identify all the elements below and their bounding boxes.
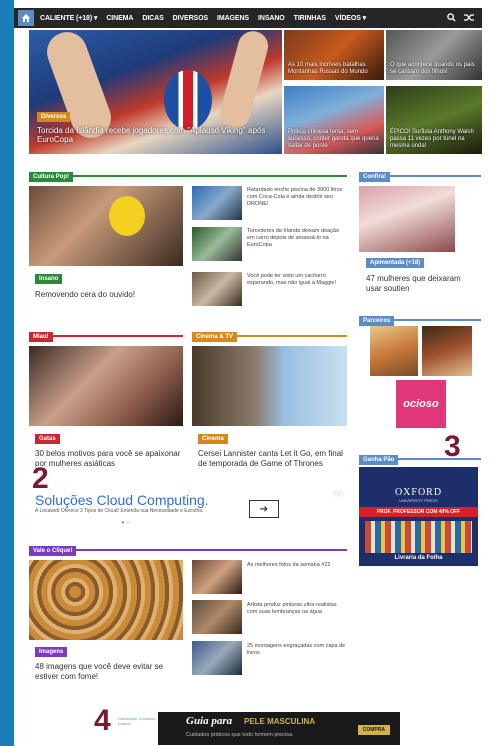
- bottom-ad-buy-button[interactable]: COMPRA: [357, 725, 390, 735]
- partner-label: ocioso: [403, 398, 439, 410]
- nav-item-caliente[interactable]: CALIENTE (+18) ▾: [40, 14, 97, 22]
- post-thumb[interactable]: [192, 272, 242, 306]
- section-header-cinema: Cinema & TV: [192, 325, 347, 342]
- post-image[interactable]: [29, 346, 183, 426]
- bottom-ad-banner[interactable]: Guia para PELE MASCULINA Cuidados prátic…: [158, 712, 400, 745]
- nav-item-insano[interactable]: INSANO: [258, 15, 285, 22]
- post-title[interactable]: 47 mulheres que deixaram usar soutien: [366, 274, 478, 294]
- ad-brand-sub: UNIVERSITY PRESS: [399, 498, 438, 503]
- featured-thumb[interactable]: O que acontece quando os pais se cansam …: [386, 30, 482, 80]
- nav-item-imagens[interactable]: IMAGENS: [217, 15, 249, 22]
- post-title[interactable]: 48 imagens que você deve evitar se estiv…: [35, 662, 185, 682]
- bottom-ad-subtitle: Cuidados práticos que todo homem precisa…: [186, 732, 294, 738]
- section-header-ganha-pao: Ganha Pão: [359, 448, 481, 465]
- ad-subtitle: A Locaweb Oferece 3 Tipos de Cloud! Ente…: [35, 508, 204, 514]
- section-title[interactable]: Confira!: [359, 172, 390, 182]
- ad-promo: PROF. PROFESSOR COM 40% OFF: [359, 507, 478, 517]
- post-image[interactable]: [192, 346, 347, 426]
- bottom-ad-title2: PELE MASCULINA: [244, 717, 316, 726]
- home-icon[interactable]: [18, 10, 34, 26]
- post-link[interactable]: Você pode ter visto um cachorro esperand…: [247, 273, 347, 287]
- annotation-number: 2: [32, 462, 49, 495]
- featured-thumb[interactable]: As 10 mais incríveis batalhas Montanhas …: [284, 30, 384, 80]
- annotation-number: 3: [444, 430, 461, 463]
- featured-thumb[interactable]: ÉPICO! Surfista Anthony Walsh passa 11 v…: [386, 86, 482, 154]
- post-thumb[interactable]: [192, 600, 242, 634]
- hero-image-decoration: [164, 70, 212, 130]
- post-link[interactable]: Artista produz pinturas ultra-realistas …: [247, 602, 347, 616]
- post-title[interactable]: Removendo cera do ouvido!: [35, 290, 185, 300]
- hero-image-decoration: [216, 30, 272, 133]
- ad-brand: OXFORD: [394, 487, 443, 498]
- post-link[interactable]: As melhores fotos da semana #22: [247, 562, 347, 569]
- partner-logo[interactable]: [370, 326, 418, 376]
- section-header-miau: Miau!: [29, 325, 183, 342]
- post-image[interactable]: [29, 560, 183, 640]
- left-accent-bar: [0, 0, 14, 746]
- section-header-confira: Confira!: [359, 165, 481, 182]
- post-category-badge[interactable]: Gatas: [35, 434, 60, 444]
- nav-item-diversos[interactable]: DIVERSOS: [173, 15, 208, 22]
- post-category-badge[interactable]: Imagens: [35, 647, 68, 657]
- post-image[interactable]: [359, 186, 455, 252]
- top-nav: CALIENTE (+18) ▾ CINEMA DICAS DIVERSOS I…: [14, 8, 482, 28]
- featured-thumb-caption[interactable]: Polícia chinesa tenta, sem sucesso, cont…: [288, 129, 380, 150]
- ad-title[interactable]: Soluções Cloud Computing.: [35, 492, 209, 508]
- books-image: [365, 521, 472, 553]
- section-header-cultura-pop: Cultura Pop!: [29, 165, 347, 182]
- section-title[interactable]: Parceiros: [359, 316, 395, 326]
- nav-menu: CALIENTE (+18) ▾ CINEMA DICAS DIVERSOS I…: [40, 14, 375, 23]
- post-category-badge[interactable]: Apimentada (+18): [366, 258, 425, 268]
- shuffle-icon[interactable]: [464, 13, 474, 24]
- post-thumb[interactable]: [192, 186, 242, 220]
- oxford-ad-banner[interactable]: OXFORD UNIVERSITY PRESS PROF. PROFESSOR …: [359, 467, 478, 566]
- annotation-number: 4: [94, 704, 111, 737]
- search-icon[interactable]: [447, 12, 456, 24]
- post-image[interactable]: [29, 186, 183, 266]
- section-title[interactable]: Miau!: [29, 332, 53, 342]
- hero-featured-post[interactable]: Diversos Torcida da Islândia recebe joga…: [29, 30, 282, 154]
- nav-item-dicas[interactable]: DICAS: [142, 15, 163, 22]
- partner-logo[interactable]: ocioso: [396, 380, 446, 428]
- nav-item-cinema[interactable]: CINEMA: [106, 15, 133, 22]
- section-title[interactable]: Vale o Clique!: [29, 546, 77, 556]
- featured-thumb-caption[interactable]: ÉPICO! Surfista Anthony Walsh passa 11 v…: [390, 129, 478, 150]
- section-title[interactable]: Cinema & TV: [192, 332, 238, 342]
- post-title[interactable]: Cersei Lannister canta Let it Go, em fin…: [198, 449, 348, 469]
- section-title[interactable]: Ganha Pão: [359, 455, 399, 465]
- nav-item-videos[interactable]: VÍDEOS ▾: [335, 14, 366, 22]
- post-title[interactable]: 30 belos motivos para você se apaixonar …: [35, 449, 185, 469]
- partner-logo[interactable]: [422, 326, 472, 376]
- emoji-decoration: [109, 196, 145, 236]
- nav-item-tirinhas[interactable]: TIRINHAS: [294, 15, 326, 22]
- post-thumb[interactable]: [192, 560, 242, 594]
- featured-thumb[interactable]: Polícia chinesa tenta, sem sucesso, cont…: [284, 86, 384, 154]
- hero-category-tag[interactable]: Diversos: [37, 112, 71, 122]
- post-link[interactable]: 25 montagens engraçadas com capa de livr…: [247, 643, 347, 657]
- post-link[interactable]: Retardado enche piscina de 3000 litros c…: [247, 187, 347, 208]
- ad-footer: Livraria da Folha: [394, 555, 443, 561]
- post-link[interactable]: Torcedores da Irlanda deixam doação em c…: [247, 228, 347, 249]
- ad-arrow-button[interactable]: ➔: [249, 500, 279, 518]
- featured-thumb-caption[interactable]: O que acontece quando os pais se cansam …: [390, 62, 478, 76]
- bottom-ad-title: Guia para: [186, 715, 233, 727]
- post-category-badge[interactable]: Cinema: [198, 434, 228, 444]
- ad-info-icon[interactable]: ⓘ▷: [333, 489, 345, 498]
- cloud-ad[interactable]: Soluções Cloud Computing. A Locaweb Ofer…: [29, 486, 347, 534]
- section-header-parceiros: Parceiros: [359, 309, 481, 326]
- hero-caption[interactable]: Torcida da Islândia recebe jogadores com…: [37, 126, 277, 144]
- bottom-side-text: Hidratação Cuidados Diários: [118, 716, 156, 726]
- featured-thumb-caption[interactable]: As 10 mais incríveis batalhas Montanhas …: [288, 62, 380, 76]
- post-category-badge[interactable]: Insano: [35, 274, 63, 284]
- section-header-vale-o-clique: Vale o Clique!: [29, 539, 347, 556]
- ad-pagination-dots[interactable]: ● ○: [121, 520, 130, 526]
- post-thumb[interactable]: [192, 227, 242, 261]
- post-thumb[interactable]: [192, 641, 242, 675]
- section-title[interactable]: Cultura Pop!: [29, 172, 73, 182]
